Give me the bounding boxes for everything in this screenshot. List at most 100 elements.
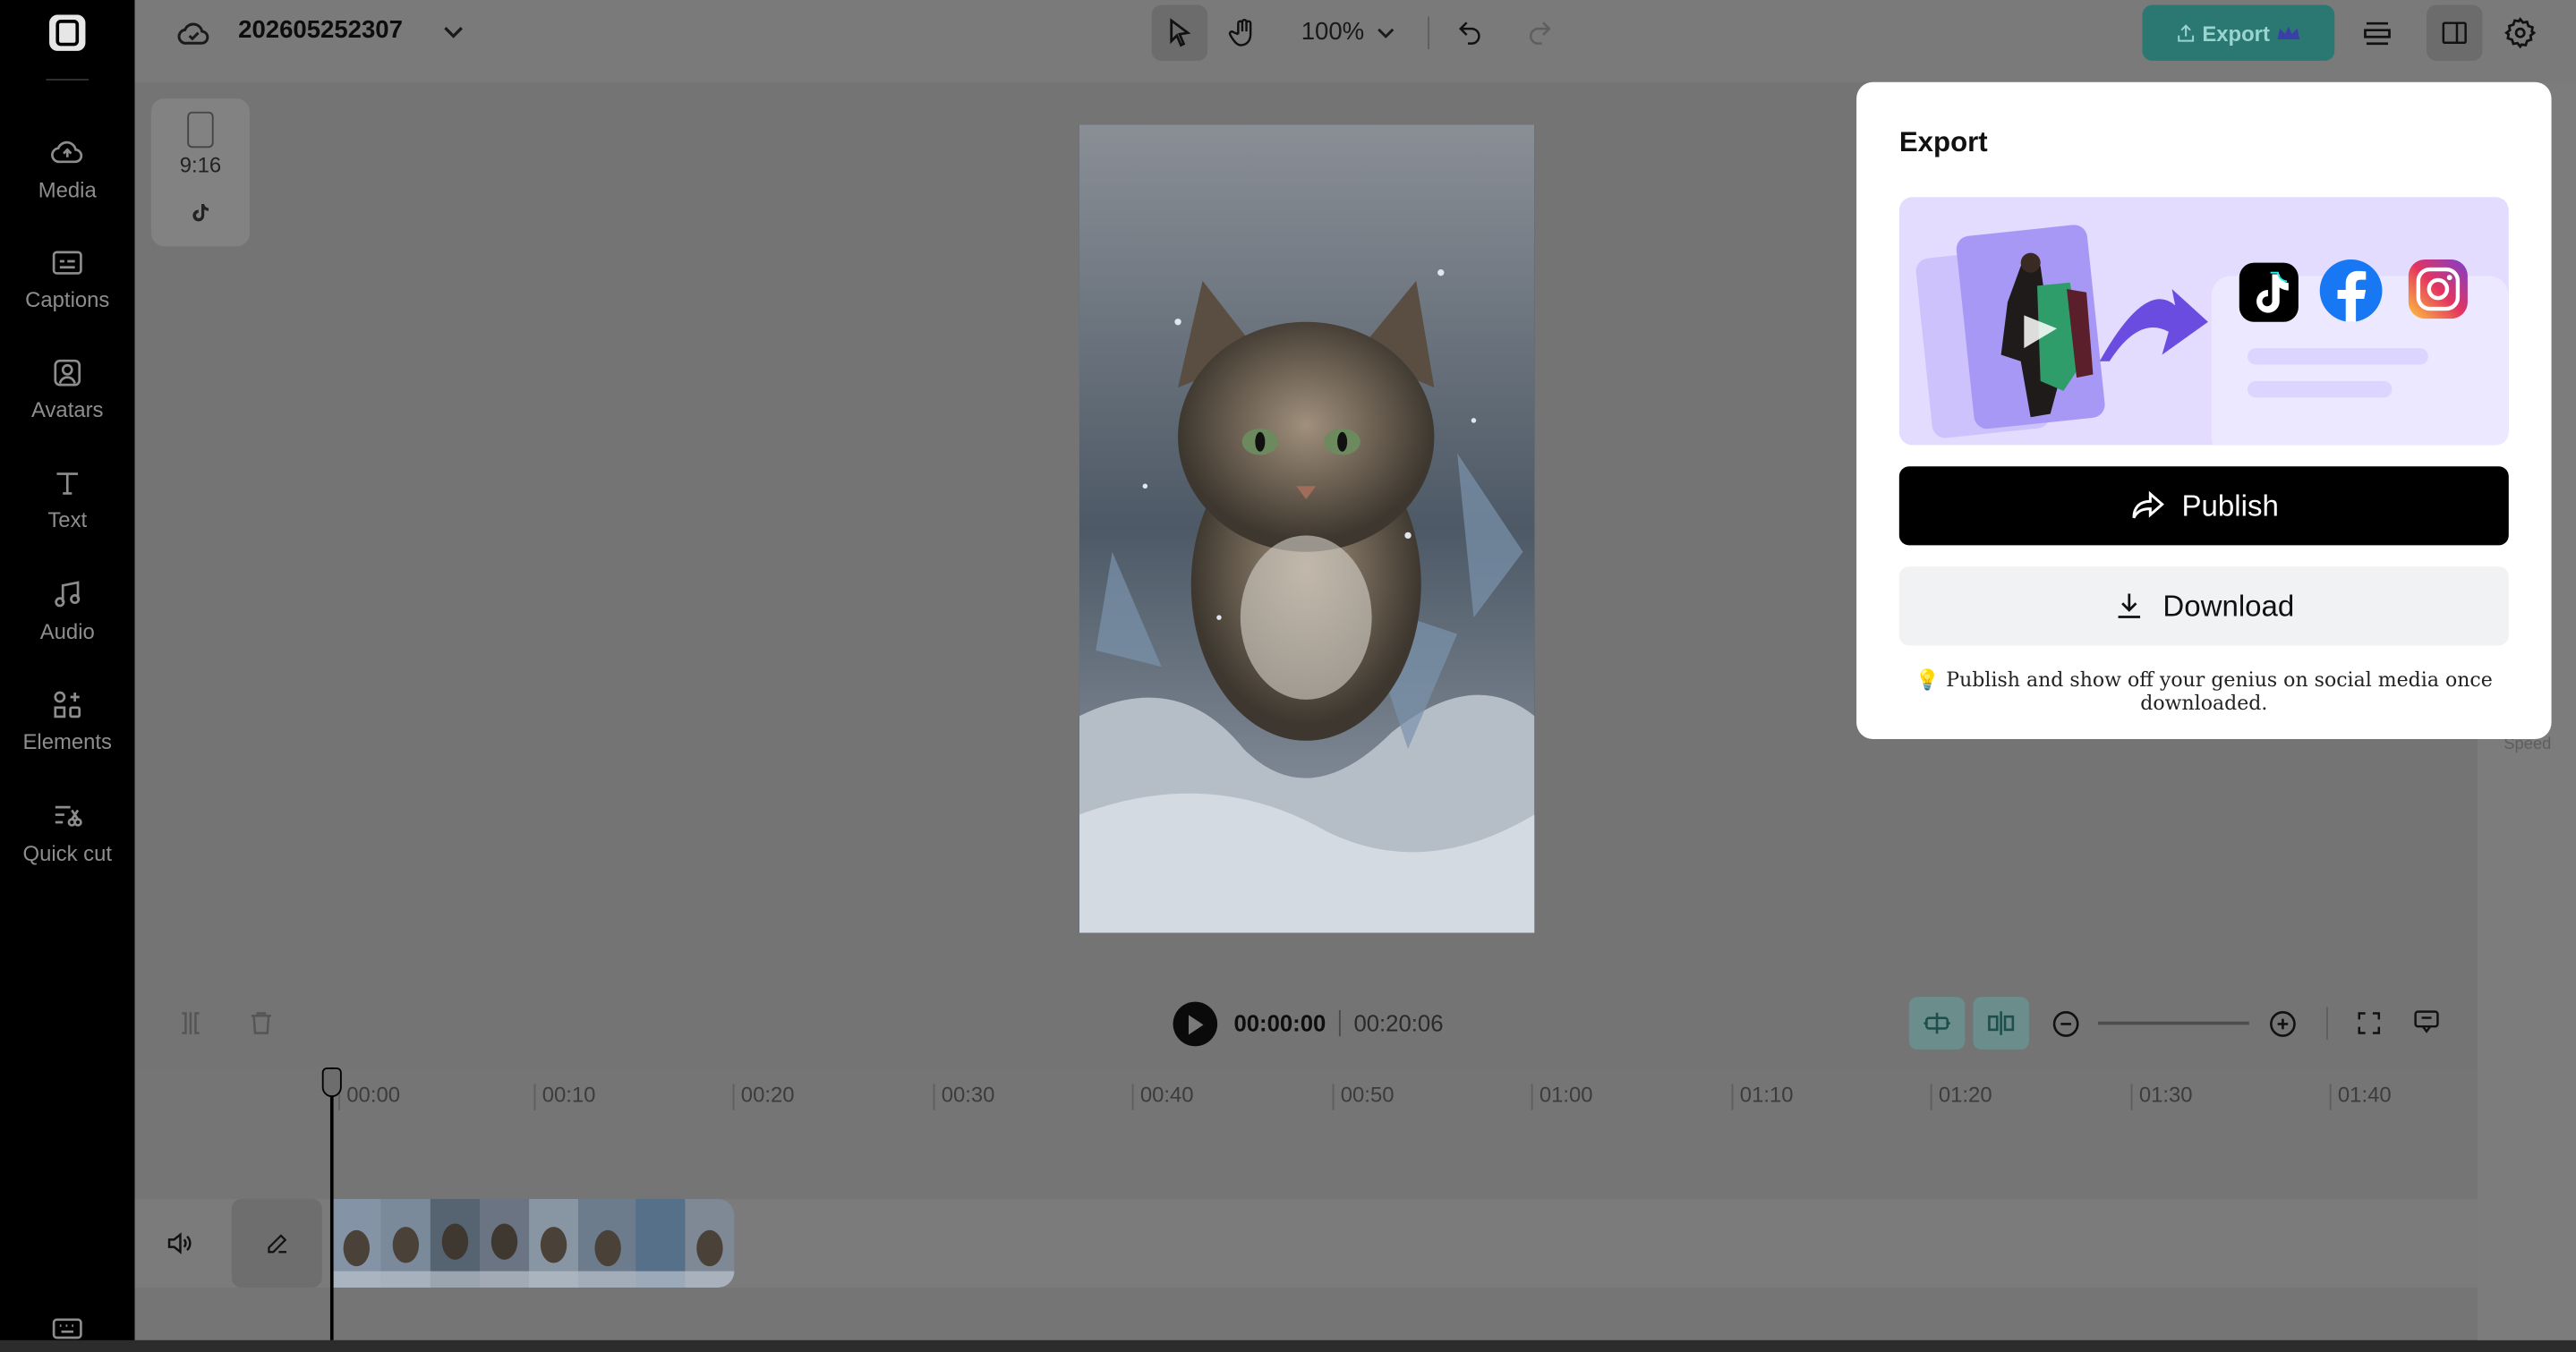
aspect-ratio-card[interactable]: 9:16 (150, 98, 250, 247)
sidebar-divider (46, 79, 90, 81)
magnet-snap-icon (1923, 1012, 1950, 1034)
sidebar-item-label: Audio (39, 618, 95, 644)
track-edit-button[interactable] (231, 1198, 322, 1288)
sidebar-item-quick-cut[interactable]: Quick cut (0, 798, 135, 867)
zoom-level-value: 100% (1301, 18, 1365, 47)
ruler-tick-label: 01:40 (2329, 1084, 2392, 1110)
sidebar-item-captions[interactable]: Captions (0, 244, 135, 313)
split-panel-icon (2442, 21, 2467, 44)
layers-icon (2364, 21, 2391, 46)
music-note-icon (55, 581, 81, 608)
keyboard-icon (52, 1318, 82, 1339)
lightbulb-icon: 💡 (1915, 668, 1941, 692)
sidebar-item-label: Quick cut (22, 840, 112, 866)
sidebar-item-label: Captions (25, 287, 110, 312)
zoom-in-button[interactable] (2265, 1007, 2299, 1040)
video-clip[interactable] (331, 1198, 735, 1288)
redo-icon (1530, 21, 1551, 45)
sidebar-item-audio[interactable]: Audio (0, 576, 135, 645)
fullscreen-icon (2358, 1012, 2381, 1034)
feedback-button[interactable] (2410, 1005, 2444, 1038)
pencil-icon (267, 1234, 286, 1254)
hand-icon (1228, 18, 1252, 47)
playhead-line[interactable] (329, 1067, 334, 1340)
panel-toggle-button[interactable] (2427, 4, 2483, 61)
snap-toggle-button[interactable] (1908, 997, 1966, 1050)
ruler-tick-label: 00:20 (732, 1084, 795, 1110)
export-button-label: Export (2202, 20, 2270, 46)
zoom-level-select[interactable]: 100% (1301, 18, 1395, 46)
trash-icon (251, 1012, 271, 1034)
instagram-icon (2408, 259, 2468, 319)
video-preview[interactable] (1079, 124, 1535, 933)
playhead-handle[interactable] (321, 1067, 342, 1098)
chevron-down-icon (1377, 28, 1394, 38)
keyboard-shortcuts-button[interactable] (0, 1311, 135, 1352)
redo-button[interactable] (1522, 13, 1557, 49)
sidebar-item-label: Text (47, 507, 88, 532)
fullscreen-button[interactable] (2352, 1007, 2385, 1040)
tiktok-icon (2239, 262, 2299, 322)
play-button[interactable] (1173, 1001, 1218, 1047)
portrait-phone-icon (187, 111, 214, 149)
minus-circle-icon (2051, 1010, 2078, 1036)
download-icon (2119, 593, 2141, 618)
current-time: 00:00:00 (1233, 1009, 1326, 1037)
crown-icon (2276, 26, 2299, 40)
cloud-upload-icon (51, 140, 83, 164)
ruler-tick-label: 00:40 (1131, 1084, 1194, 1110)
ruler-tick-label: 01:30 (2130, 1084, 2193, 1110)
hand-tool-button[interactable] (1219, 8, 1268, 57)
toolbar-divider (1428, 16, 1429, 50)
cloud-save-icon[interactable] (175, 15, 214, 51)
sidebar-item-avatars[interactable]: Avatars (0, 354, 135, 423)
sidebar-item-label: Media (38, 177, 97, 202)
export-icon (2178, 23, 2195, 41)
ruler-tick-label: 01:10 (1731, 1084, 1794, 1110)
export-tip-text: Publish and show off your genius on soci… (1946, 668, 2493, 715)
select-tool-button[interactable] (1151, 4, 1208, 61)
link-toggle-button[interactable] (1973, 997, 2029, 1050)
avatar-icon (54, 359, 81, 387)
download-button-label: Download (2162, 589, 2295, 622)
timeline-ruler[interactable] (135, 1067, 2478, 1117)
undo-button[interactable] (1453, 13, 1488, 49)
quick-cut-icon (55, 805, 82, 827)
captions-icon (52, 251, 82, 275)
share-arrow-icon (2132, 490, 2164, 519)
play-icon (1188, 1014, 1204, 1034)
timeline-zoom-slider[interactable] (2097, 1021, 2249, 1025)
download-button[interactable]: Download (1898, 566, 2509, 646)
publish-illustration (1898, 197, 2509, 446)
facebook-icon (2319, 259, 2383, 322)
app-logo-icon[interactable] (49, 14, 86, 51)
ruler-tick-label: 01:20 (1930, 1084, 1992, 1110)
left-sidebar: Media Captions Avatars Text Audio Elemen… (0, 0, 135, 1340)
settings-button[interactable] (2501, 13, 2540, 53)
ruler-tick-label: 00:30 (933, 1084, 994, 1110)
publish-button[interactable]: Publish (1898, 466, 2509, 546)
undo-icon (1459, 21, 1480, 45)
sidebar-item-media[interactable]: Media (0, 135, 135, 204)
control-divider (2326, 1007, 2328, 1040)
project-title[interactable]: 202605252307 (238, 16, 403, 44)
export-button[interactable]: Export (2142, 4, 2335, 61)
aspect-ratio-label: 9:16 (179, 152, 222, 178)
track-mute-button[interactable] (161, 1225, 197, 1261)
delete-button[interactable] (243, 1005, 279, 1041)
layers-button[interactable] (2358, 13, 2397, 53)
sidebar-item-label: Elements (22, 728, 112, 754)
zoom-out-button[interactable] (2049, 1007, 2082, 1040)
sidebar-item-elements[interactable]: Elements (0, 686, 135, 755)
split-button[interactable] (173, 1005, 209, 1041)
elements-icon (54, 691, 81, 719)
align-center-icon (1988, 1011, 2015, 1035)
cursor-icon (1170, 18, 1191, 47)
sidebar-item-text[interactable]: Text (0, 464, 135, 533)
comment-icon (2414, 1010, 2439, 1033)
chevron-down-icon[interactable] (440, 20, 466, 46)
total-duration: 00:20:06 (1353, 1009, 1444, 1037)
split-icon (182, 1012, 200, 1034)
ruler-tick-label: 00:00 (338, 1084, 400, 1110)
sidebar-item-label: Avatars (31, 397, 104, 422)
